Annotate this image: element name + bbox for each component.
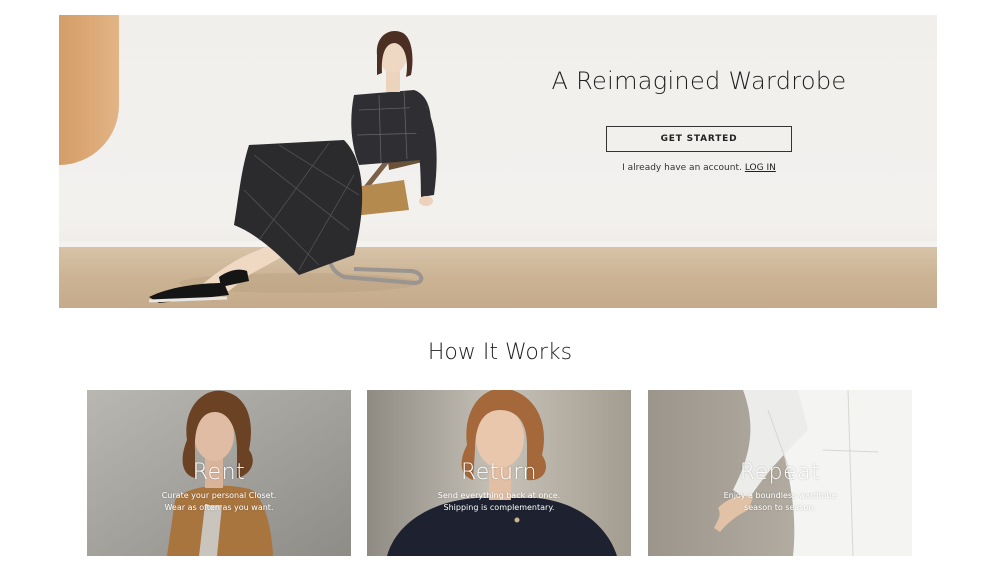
hero-copy: A Reimagined Wardrobe GET STARTED I alre… [499,67,899,173]
how-it-works-title: How It Works [427,340,573,365]
return-text: Return Send everything back at once. Shi… [367,460,631,514]
rent-desc-line1: Curate your personal Closet. [161,491,277,500]
rent-text: Rent Curate your personal Closet. Wear a… [87,460,351,514]
card-return[interactable]: Return Send everything back at once. Shi… [367,390,631,556]
hero-model-image [148,31,437,303]
rent-desc-line2: Wear as often as you want. [164,503,274,512]
repeat-desc-line1: Enjoy a boundless wardrobe [723,491,837,500]
how-it-works-cards: Rent Curate your personal Closet. Wear a… [87,390,912,556]
hero-wall-arch [59,15,119,165]
return-desc-line1: Send everything back at once. [437,491,561,500]
repeat-text: Repeat Enjoy a boundless wardrobe season… [648,460,912,514]
rent-description: Curate your personal Closet. Wear as oft… [87,490,351,514]
page: A Reimagined Wardrobe GET STARTED I alre… [0,0,1000,563]
return-title: Return [460,460,537,485]
repeat-description: Enjoy a boundless wardrobe season to sea… [648,490,912,514]
hero-banner: A Reimagined Wardrobe GET STARTED I alre… [59,15,937,308]
card-rent[interactable]: Rent Curate your personal Closet. Wear a… [87,390,351,556]
get-started-button[interactable]: GET STARTED [606,126,792,152]
login-link[interactable]: LOG IN [745,163,776,173]
return-desc-line2: Shipping is complementary. [443,503,555,512]
return-description: Send everything back at once. Shipping i… [367,490,631,514]
repeat-desc-line2: season to season. [744,503,816,512]
repeat-title: Repeat [739,460,821,485]
login-prompt-text: I already have an account. [622,163,742,173]
rent-title: Rent [192,460,246,485]
login-prompt-line: I already have an account. LOG IN [499,163,899,173]
hero-title: A Reimagined Wardrobe [551,67,847,95]
card-repeat[interactable]: Repeat Enjoy a boundless wardrobe season… [648,390,912,556]
